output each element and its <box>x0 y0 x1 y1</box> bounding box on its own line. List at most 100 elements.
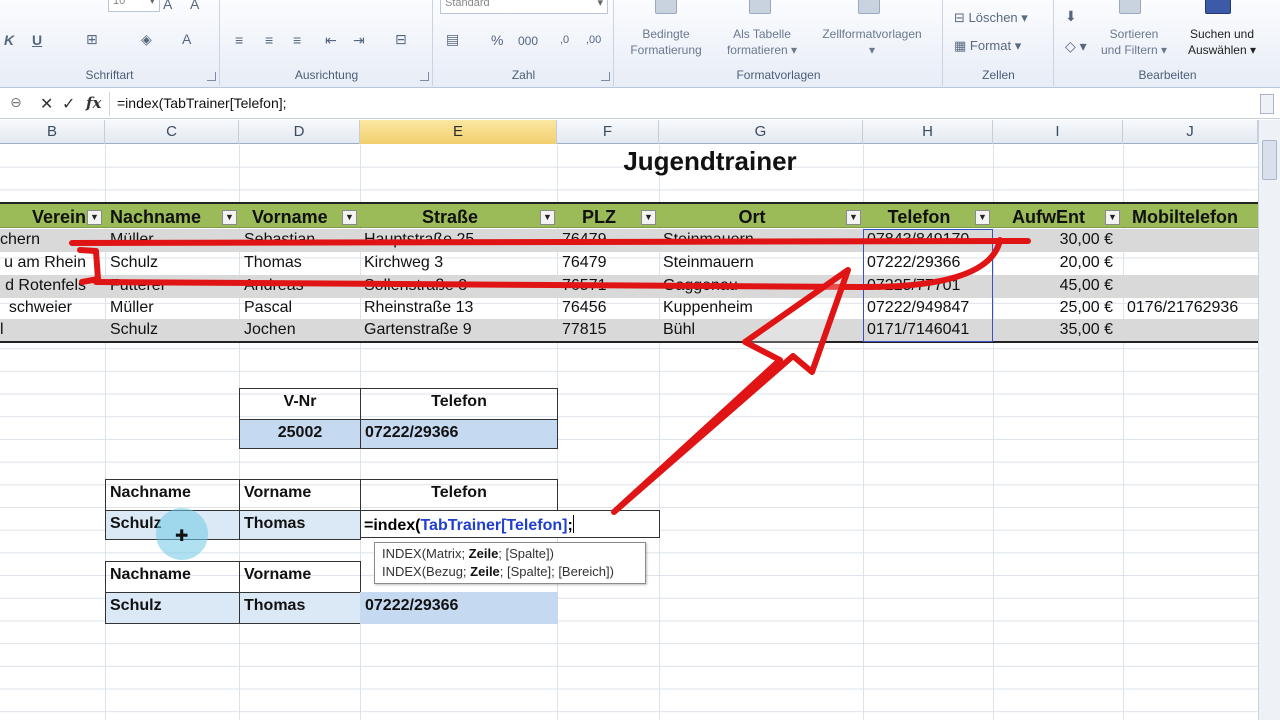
cell-nachname[interactable]: Müller <box>110 231 236 249</box>
font-size-combo[interactable]: 10 <box>108 0 160 12</box>
table-row[interactable]: chern Müller Sebastian Hauptstraße 25 76… <box>0 229 1258 252</box>
cell-strasse[interactable]: Rheinstraße 13 <box>364 299 554 317</box>
column-header-i[interactable]: I <box>993 120 1123 144</box>
font-dialog-launcher-icon[interactable] <box>207 72 216 81</box>
cell-vorname[interactable]: Andreas <box>244 277 358 295</box>
header-nachname[interactable]: Nachname <box>105 561 240 593</box>
cell-ort[interactable]: Bühl <box>663 321 859 339</box>
cell-nachname[interactable]: Müller <box>110 299 236 317</box>
header-telefon[interactable]: Telefon <box>360 388 558 420</box>
filter-dropdown-icon[interactable]: ▼ <box>87 210 102 225</box>
format-as-table-button[interactable]: Als Tabelle formatieren ▾ <box>715 26 809 58</box>
header-vorname[interactable]: Vorname <box>239 479 361 511</box>
thousands-button[interactable]: 000 <box>518 34 538 48</box>
grow-font-icon[interactable]: A <box>163 0 172 12</box>
cell-ort[interactable]: Steinmauern <box>663 231 859 249</box>
table-row[interactable]: l Schulz Jochen Gartenstraße 9 77815 Büh… <box>0 319 1258 342</box>
input-vnr[interactable]: 25002 <box>239 419 361 449</box>
scrollbar-thumb[interactable] <box>1262 140 1277 180</box>
align-center-icon[interactable]: ≡ <box>265 32 273 48</box>
input-vorname[interactable]: Thomas <box>239 592 361 624</box>
cell-ort[interactable]: Steinmauern <box>663 254 859 272</box>
underline-button[interactable]: U <box>32 32 42 48</box>
cell-nachname[interactable]: Futterer <box>110 277 236 295</box>
cell-vorname[interactable]: Sebastian <box>244 231 358 249</box>
format-cells-button[interactable]: ▦ Format ▾ <box>954 38 1050 54</box>
align-left-icon[interactable]: ≡ <box>235 32 243 48</box>
table-row[interactable]: d Rotenfels Futterer Andreas Sollenstraß… <box>0 275 1258 298</box>
cell-verein[interactable]: chern <box>0 231 40 249</box>
increase-decimal-icon[interactable]: ,0 <box>560 34 569 46</box>
filter-dropdown-icon[interactable]: ▼ <box>975 210 990 225</box>
cell-nachname[interactable]: Schulz <box>110 254 236 272</box>
cell-aufwent[interactable]: 35,00 € <box>995 321 1113 339</box>
table-row[interactable]: schweier Müller Pascal Rheinstraße 13 76… <box>0 297 1258 320</box>
sort-filter-button[interactable]: Sortieren und Filtern ▾ <box>1093 26 1175 58</box>
cell-strasse[interactable]: Sollenstraße 3 <box>364 277 554 295</box>
increase-indent-icon[interactable]: ⇥ <box>353 32 365 49</box>
vertical-scrollbar[interactable] <box>1258 120 1280 720</box>
column-header-j[interactable]: J <box>1123 120 1258 144</box>
filter-dropdown-icon[interactable]: ▼ <box>342 210 357 225</box>
currency-icon[interactable]: ▤ <box>446 31 459 48</box>
find-select-button[interactable]: Suchen und Auswählen ▾ <box>1175 26 1269 58</box>
filter-dropdown-icon[interactable]: ▼ <box>641 210 656 225</box>
cancel-icon[interactable]: ✕ <box>40 94 53 114</box>
column-header-d[interactable]: D <box>239 120 360 144</box>
fill-icon[interactable]: ⬇ <box>1065 8 1077 25</box>
insert-function-icon[interactable]: fx <box>86 94 101 112</box>
column-header-e[interactable]: E <box>360 120 557 144</box>
cell-plz[interactable]: 76479 <box>562 254 656 272</box>
filter-dropdown-icon[interactable]: ▼ <box>540 210 555 225</box>
percent-button[interactable]: % <box>491 32 503 48</box>
alignment-dialog-launcher-icon[interactable] <box>420 72 429 81</box>
delete-cells-button[interactable]: ⊟ Löschen ▾ <box>954 10 1050 26</box>
cell-vorname[interactable]: Pascal <box>244 299 358 317</box>
column-header-c[interactable]: C <box>105 120 239 144</box>
cell-ort[interactable]: Kuppenheim <box>663 299 859 317</box>
fill-color-icon[interactable]: ◈ <box>141 31 152 48</box>
cell-verein[interactable]: schweier <box>0 299 72 317</box>
formula-bar-expand-icon[interactable] <box>1260 94 1274 114</box>
cell-plz[interactable]: 76456 <box>562 299 656 317</box>
cell-aufwent[interactable]: 25,00 € <box>995 299 1113 317</box>
column-header-h[interactable]: H <box>863 120 993 144</box>
filter-dropdown-icon[interactable]: ▼ <box>222 210 237 225</box>
number-format-combo[interactable]: Standard <box>440 0 608 14</box>
cell-verein[interactable]: d Rotenfels <box>0 277 86 295</box>
column-header-b[interactable]: B <box>0 120 105 144</box>
border-icon[interactable]: ⊞ <box>86 31 98 48</box>
input-nachname[interactable]: Schulz <box>105 592 240 624</box>
clear-icon[interactable]: ◇ ▾ <box>1065 38 1087 55</box>
cell-nachname[interactable]: Schulz <box>110 321 236 339</box>
result-telefon[interactable]: 07222/29366 <box>360 419 558 449</box>
cell-verein[interactable]: u am Rhein <box>0 254 86 272</box>
cell-styles-button[interactable]: Zellformatvorlagen ▾ <box>805 26 939 58</box>
cell-aufwent[interactable]: 30,00 € <box>995 231 1113 249</box>
cell-plz[interactable]: 76571 <box>562 277 656 295</box>
cell-verein[interactable]: l <box>0 321 20 339</box>
filter-dropdown-icon[interactable]: ▼ <box>1105 210 1120 225</box>
cell-mobiltelefon[interactable]: 0176/21762936 <box>1127 299 1257 317</box>
tooltip-syntax-matrix[interactable]: INDEX(Matrix; Zeile; [Spalte]) <box>382 545 638 563</box>
formula-input[interactable]: =index(TabTrainer[Telefon]; <box>117 95 287 111</box>
input-vorname[interactable]: Thomas <box>239 510 361 540</box>
header-telefon[interactable]: Telefon <box>360 479 558 511</box>
cell-strasse[interactable]: Gartenstraße 9 <box>364 321 554 339</box>
cell-strasse[interactable]: Hauptstraße 25 <box>364 231 554 249</box>
italic-button[interactable]: K <box>4 32 14 48</box>
number-dialog-launcher-icon[interactable] <box>601 72 610 81</box>
cell-vorname[interactable]: Thomas <box>244 254 358 272</box>
header-nachname[interactable]: Nachname <box>105 479 240 511</box>
cell-strasse[interactable]: Kirchweg 3 <box>364 254 554 272</box>
header-vnr[interactable]: V-Nr <box>239 388 361 420</box>
name-box-handle-icon[interactable]: ⊖ <box>10 94 22 111</box>
decrease-decimal-icon[interactable]: ,00 <box>586 34 601 46</box>
align-right-icon[interactable]: ≡ <box>293 32 301 48</box>
cell-aufwent[interactable]: 20,00 € <box>995 254 1113 272</box>
shrink-font-icon[interactable]: A <box>190 0 199 12</box>
merge-cells-icon[interactable]: ⊟ <box>395 31 407 48</box>
result-telefon[interactable]: 07222/29366 <box>360 592 558 624</box>
tooltip-syntax-bezug[interactable]: INDEX(Bezug; Zeile; [Spalte]; [Bereich]) <box>382 563 638 581</box>
font-color-icon[interactable]: A <box>182 31 191 47</box>
